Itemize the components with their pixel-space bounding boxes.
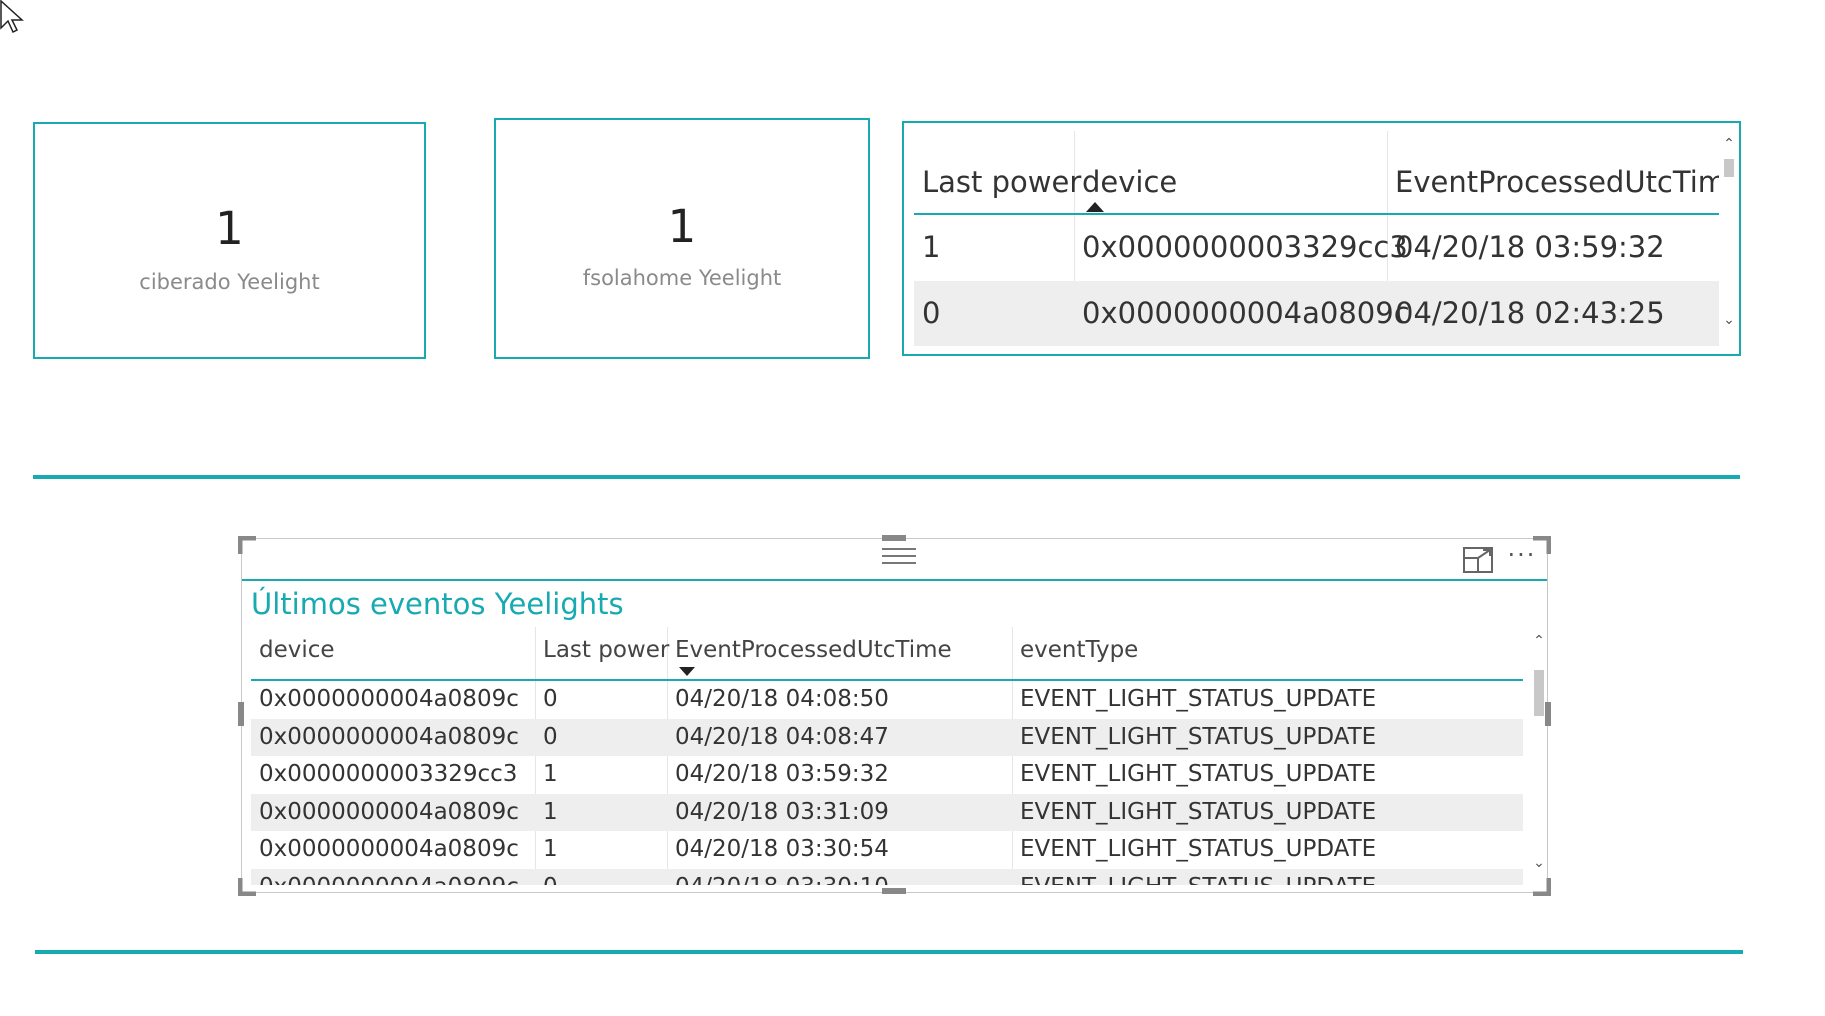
chevron-up-icon[interactable]: ⌃ <box>1532 634 1546 648</box>
column-header-device[interactable]: device <box>259 637 335 663</box>
column-header-eventprocessedutctime[interactable]: EventProcessedUtcTime <box>1395 165 1719 199</box>
cell-last-power: 1 <box>922 230 941 264</box>
scrollbar-thumb[interactable] <box>1724 159 1734 177</box>
cell-event-type: EVENT_LIGHT_STATUS_UPDATE <box>1020 723 1377 750</box>
cell-last-power: 1 <box>543 836 558 862</box>
cell-last-power: 0 <box>543 723 558 750</box>
cell-event-type: EVENT_LIGHT_STATUS_UPDATE <box>1020 686 1377 712</box>
table-row[interactable]: 1 0x0000000003329cc3 04/20/18 03:59:32 <box>914 215 1719 281</box>
chevron-down-icon[interactable]: ⌄ <box>1722 313 1736 327</box>
scrollbar-thumb[interactable] <box>1534 670 1544 716</box>
cell-event-time: 04/20/18 03:31:09 <box>675 798 889 825</box>
table-scrollbar[interactable]: ⌃ ⌄ <box>1722 137 1736 337</box>
focus-mode-icon[interactable] <box>1463 547 1493 573</box>
table-row[interactable]: 0x0000000004a0809c 0 04/20/18 03:30:10 E… <box>251 868 1523 886</box>
card-value: 1 <box>667 200 697 253</box>
table-row[interactable]: 0x0000000003329cc3 1 04/20/18 03:59:32 E… <box>251 756 1523 794</box>
cell-last-power: 0 <box>922 296 941 330</box>
cell-event-time: 04/20/18 04:08:47 <box>675 723 889 750</box>
cell-device: 0x0000000003329cc3 <box>259 761 518 787</box>
cell-event-type: EVENT_LIGHT_STATUS_UPDATE <box>1020 836 1377 862</box>
cell-device: 0x0000000004a0809c <box>259 874 519 886</box>
drag-grip-icon[interactable] <box>882 547 916 565</box>
cell-event-type: EVENT_LIGHT_STATUS_UPDATE <box>1020 798 1377 825</box>
cell-event-time: 04/20/18 03:30:54 <box>675 836 889 862</box>
resize-handle-top[interactable] <box>882 535 906 541</box>
card-value: 1 <box>215 202 244 255</box>
table-header: Last power device EventProcessedUtcTime <box>914 131 1719 213</box>
cell-device: 0x0000000004a0809c <box>259 836 519 862</box>
table-row[interactable]: 0x0000000004a0809c 1 04/20/18 03:30:54 E… <box>251 831 1523 869</box>
card-label: fsolahome Yeelight <box>582 266 782 290</box>
table-row[interactable]: 0x0000000004a0809c 1 04/20/18 03:31:09 E… <box>251 793 1523 831</box>
sort-ascending-icon <box>1086 202 1104 212</box>
cell-last-power: 1 <box>543 761 558 787</box>
table-row[interactable]: 0x0000000004a0809c 0 04/20/18 04:08:50 E… <box>251 681 1523 719</box>
chevron-up-icon[interactable]: ⌃ <box>1722 137 1736 151</box>
cell-event-type: EVENT_LIGHT_STATUS_UPDATE <box>1020 761 1377 787</box>
resize-handle-bottom[interactable] <box>882 888 906 894</box>
cell-device: 0x0000000004a0809c <box>259 723 519 750</box>
cell-device: 0x0000000004a0809c <box>259 686 519 712</box>
latest-events-table-visual[interactable]: ··· Últimos eventos Yeelights device Las… <box>241 538 1548 893</box>
resize-handle-bottom-right[interactable] <box>1531 876 1551 896</box>
table-scrollbar[interactable]: ⌃ ⌄ <box>1532 634 1546 874</box>
column-header-device[interactable]: device <box>1082 165 1177 199</box>
card-fsolahome-yeelight[interactable]: 1 fsolahome Yeelight <box>494 118 870 359</box>
cell-last-power: 0 <box>543 874 558 886</box>
column-header-last-power[interactable]: Last power <box>543 637 669 663</box>
cell-last-power: 0 <box>543 686 558 712</box>
resize-handle-left[interactable] <box>238 702 244 726</box>
cell-event-time: 04/20/18 02:43:25 <box>1395 296 1665 330</box>
table-row[interactable]: 0 0x0000000004a0809c 04/20/18 02:43:25 <box>914 281 1719 346</box>
cell-device: 0x0000000004a0809c <box>259 798 519 825</box>
table-row[interactable]: 0x0000000004a0809c 0 04/20/18 04:08:47 E… <box>251 718 1523 756</box>
section-divider <box>35 950 1743 954</box>
resize-handle-bottom-left[interactable] <box>238 876 258 896</box>
column-header-eventprocessedutctime[interactable]: EventProcessedUtcTime <box>675 637 952 663</box>
column-header-last-power[interactable]: Last power <box>922 165 1081 199</box>
cell-event-time: 04/20/18 03:30:10 <box>675 874 889 886</box>
last-power-table[interactable]: Last power device EventProcessedUtcTime … <box>902 121 1741 356</box>
events-table[interactable]: device Last power EventProcessedUtcTime … <box>251 627 1523 885</box>
arrow-cursor-icon <box>0 0 24 34</box>
section-divider <box>33 475 1740 479</box>
cell-device: 0x0000000004a0809c <box>1082 296 1410 330</box>
cell-device: 0x0000000003329cc3 <box>1082 230 1408 264</box>
cell-event-time: 04/20/18 03:59:32 <box>1395 230 1665 264</box>
card-ciberado-yeelight[interactable]: 1 ciberado Yeelight <box>33 122 426 359</box>
cell-event-type: EVENT_LIGHT_STATUS_UPDATE <box>1020 874 1376 886</box>
resize-handle-right[interactable] <box>1545 702 1551 726</box>
resize-handle-top-left[interactable] <box>238 536 258 556</box>
cell-event-time: 04/20/18 03:59:32 <box>675 761 889 787</box>
cell-last-power: 1 <box>543 798 558 825</box>
sort-descending-icon <box>679 667 695 676</box>
chevron-down-icon[interactable]: ⌄ <box>1532 856 1546 870</box>
visual-title: Últimos eventos Yeelights <box>251 587 624 621</box>
card-label: ciberado Yeelight <box>139 270 320 294</box>
resize-handle-top-right[interactable] <box>1531 536 1551 556</box>
cell-event-time: 04/20/18 04:08:50 <box>675 686 889 712</box>
column-header-eventtype[interactable]: eventType <box>1020 637 1138 663</box>
